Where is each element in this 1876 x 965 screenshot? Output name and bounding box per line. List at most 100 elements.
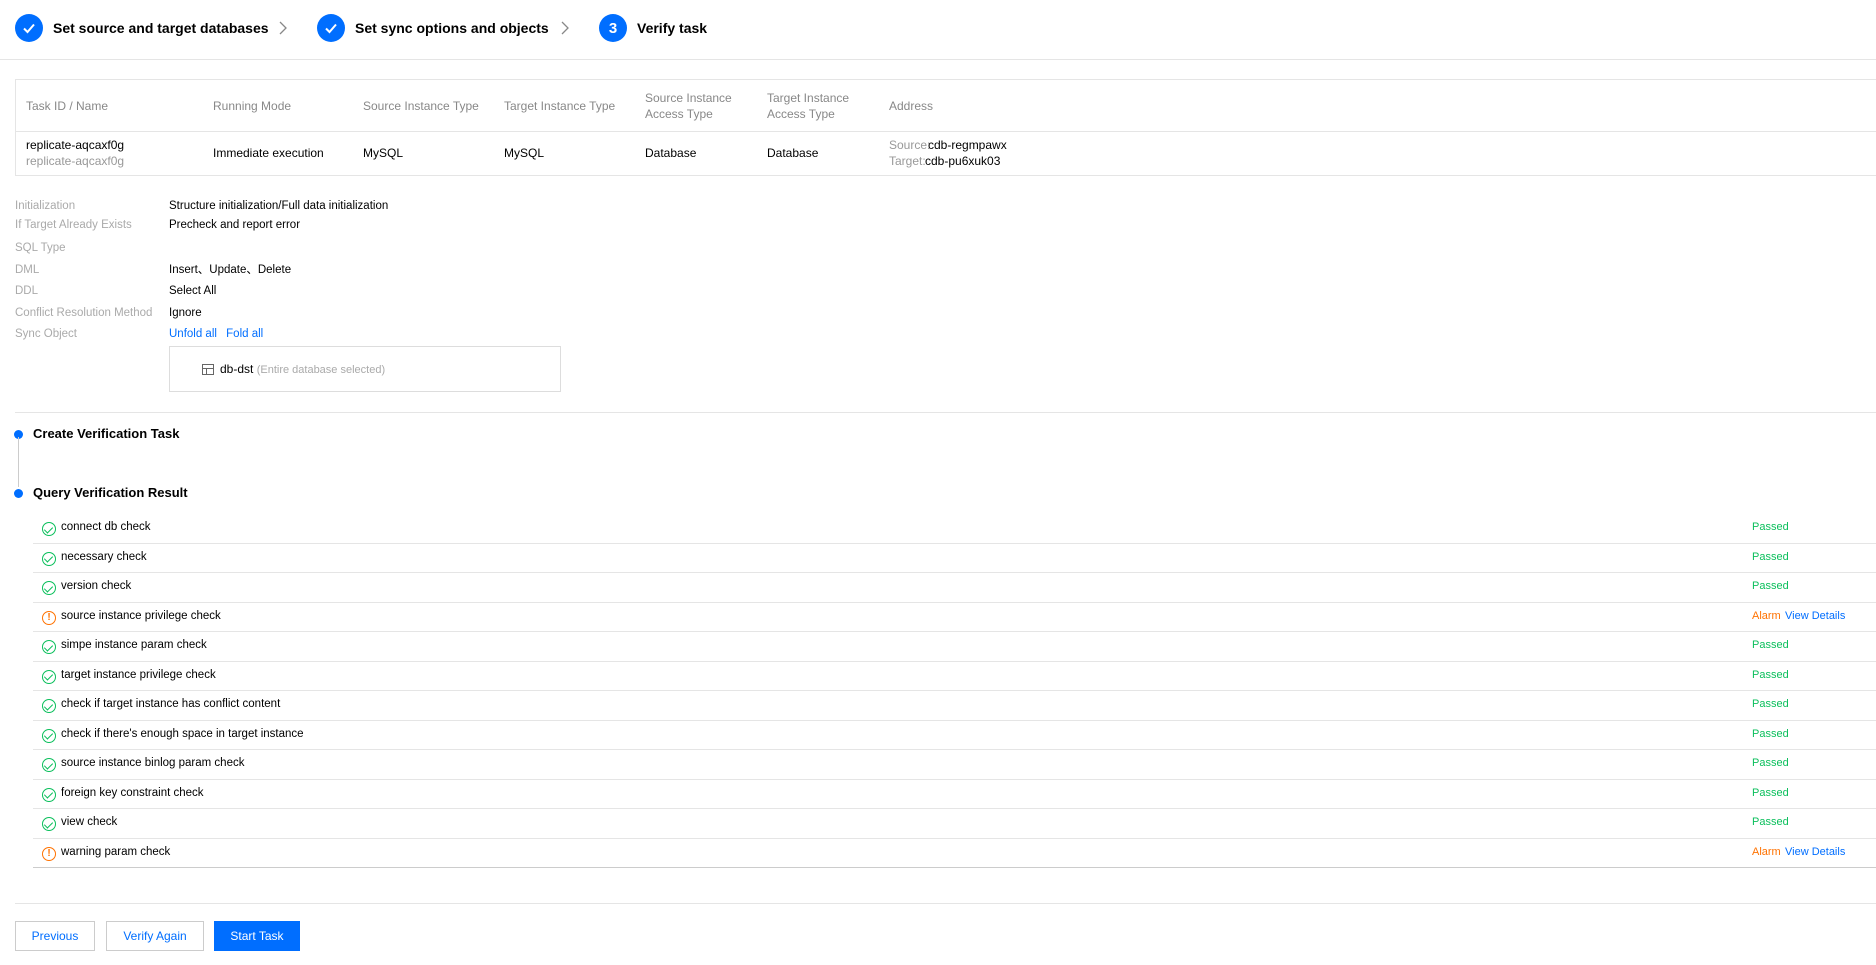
check-status: Alarm (1752, 845, 1781, 858)
source-type: MySQL (363, 146, 404, 160)
step-label: Verify task (637, 20, 708, 36)
target-address-label: Target: (889, 154, 926, 168)
check-row: necessary check Passed (33, 544, 1876, 573)
detail-label: DDL (15, 285, 39, 297)
running-mode: Immediate execution (213, 146, 324, 160)
check-name: source instance privilege check (61, 609, 221, 622)
check-name: source instance binlog param check (61, 757, 245, 769)
check-name: connect db check (61, 521, 151, 533)
task-table-header: Task ID / Name Running Mode Source Insta… (16, 80, 1876, 132)
check-row: view check Passed (33, 809, 1876, 839)
task-id: replicate-aqcaxf0g (26, 138, 125, 152)
verify-again-button[interactable]: Verify Again (106, 921, 204, 951)
detail-label: Sync Object (15, 328, 77, 340)
check-row: target instance privilege check Passed (33, 662, 1876, 691)
check-name: version check (61, 580, 132, 592)
check-name: simpe instance param check (61, 639, 207, 651)
source-access: Database (645, 146, 697, 160)
detail-label: Initialization (15, 200, 76, 212)
check-status: Passed (1752, 698, 1789, 710)
header-source-access-line2: Access Type (645, 107, 713, 121)
check-row: connect db check Passed (33, 514, 1876, 544)
passed-icon (42, 758, 56, 772)
passed-icon (42, 699, 56, 713)
check-name: foreign key constraint check (61, 786, 204, 799)
detail-value: Insert、Update、Delete (169, 264, 292, 276)
check-icon (317, 14, 345, 42)
check-row: check if there's enough space in target … (33, 721, 1876, 750)
detail-value: Structure initialization/Full data initi… (169, 200, 389, 212)
step-verify-task: 3 Verify task (599, 14, 707, 42)
source-address-label: Source: (889, 138, 931, 152)
divider (15, 412, 1876, 413)
check-name: check if there's enough space in target … (61, 727, 304, 740)
passed-icon (42, 817, 56, 831)
check-row: simpe instance param check Passed (33, 632, 1876, 662)
db-name: db-dst (220, 362, 254, 376)
view-details-link[interactable]: View Details (1785, 846, 1845, 858)
check-list: connect db check Passed necessary check … (33, 514, 1876, 868)
header-target-type: Target Instance Type (504, 99, 616, 113)
alarm-icon: ! (42, 846, 56, 861)
check-status: Passed (1752, 786, 1789, 799)
detail-value: Select All (169, 285, 217, 297)
passed-icon (42, 640, 56, 654)
header-source-access-line1: Source Instance (645, 91, 732, 105)
task-name: replicate-aqcaxf0g (26, 154, 125, 168)
check-name: necessary check (61, 550, 147, 563)
sync-object-box: db-dst (Entire database selected) (169, 346, 561, 392)
passed-icon (42, 551, 56, 566)
db-note: (Entire database selected) (256, 364, 386, 376)
header-task-id: Task ID / Name (26, 99, 109, 113)
header-running-mode: Running Mode (213, 99, 292, 113)
header-source-type: Source Instance Type (363, 99, 479, 113)
check-status: Alarm (1752, 609, 1781, 622)
target-address: cdb-pu6xuk03 (925, 154, 1001, 168)
view-details-link[interactable]: View Details (1785, 610, 1845, 622)
step-sync-options: Set sync options and objects (317, 14, 549, 42)
check-row: foreign key constraint check Passed (33, 780, 1876, 809)
check-status: Passed (1752, 757, 1789, 769)
check-status: Passed (1752, 580, 1789, 592)
check-row: version check Passed (33, 573, 1876, 603)
check-status: Passed (1752, 639, 1789, 651)
detail-label: DML (15, 264, 40, 276)
timeline-dot (14, 489, 23, 498)
detail-label: If Target Already Exists (15, 219, 132, 231)
sync-object-links: Unfold all Fold all (169, 326, 263, 342)
check-row: check if target instance has conflict co… (33, 691, 1876, 721)
check-name: view check (61, 816, 118, 828)
check-status: Passed (1752, 550, 1789, 563)
check-status: Passed (1752, 668, 1789, 681)
check-status: Passed (1752, 521, 1789, 533)
target-type: MySQL (504, 146, 545, 160)
detail-label: SQL Type (15, 242, 66, 254)
source-address: cdb-regmpawx (928, 138, 1007, 152)
query-verification-title: Query Verification Result (33, 485, 188, 500)
database-icon (202, 364, 214, 375)
chevron-right-icon (278, 18, 288, 38)
check-row: source instance binlog param check Passe… (33, 750, 1876, 780)
check-row: ! warning param check Alarm View Details (33, 839, 1876, 868)
chevron-right-icon (560, 18, 570, 38)
check-name: check if target instance has conflict co… (61, 698, 281, 710)
timeline-line (18, 437, 19, 487)
header-target-access-line1: Target Instance (767, 91, 850, 105)
start-task-button[interactable]: Start Task (214, 921, 300, 951)
step-label: Set source and target databases (53, 20, 269, 36)
create-verification-title: Create Verification Task (33, 426, 180, 441)
step-label: Set sync options and objects (355, 20, 549, 36)
unfold-all-link[interactable]: Unfold all (169, 328, 217, 340)
detail-value: Ignore (169, 307, 202, 319)
check-status: Passed (1752, 816, 1789, 828)
check-status: Passed (1752, 727, 1789, 740)
step-number: 3 (599, 14, 627, 42)
previous-button[interactable]: Previous (15, 921, 95, 951)
passed-icon (42, 728, 56, 743)
stepper: Set source and target databases Set sync… (0, 0, 1876, 60)
fold-all-link[interactable]: Fold all (226, 328, 263, 340)
header-address: Address (889, 99, 934, 113)
task-table: Task ID / Name Running Mode Source Insta… (15, 79, 1876, 176)
passed-icon (42, 787, 56, 802)
passed-icon (42, 522, 56, 536)
